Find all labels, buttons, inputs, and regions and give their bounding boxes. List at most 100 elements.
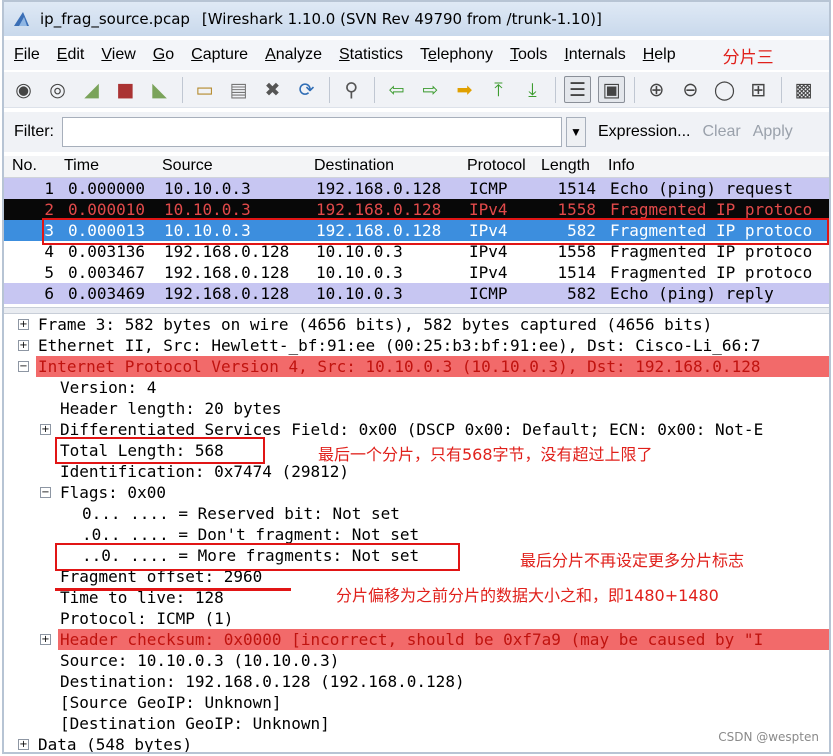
expression-button[interactable]: Expression... xyxy=(598,123,690,141)
detail-tree-item[interactable]: − Flags: 0x00 xyxy=(4,482,829,503)
restart-capture-icon[interactable]: ◣ xyxy=(146,76,173,103)
total-length-highlight-box xyxy=(55,437,265,464)
annotation-fragment-offset: 分片偏移为之前分片的数据大小之和，即1480+1480 xyxy=(336,586,719,605)
toolbar-separator xyxy=(374,76,375,103)
detail-text: Header length: 20 bytes xyxy=(60,399,282,418)
close-file-icon[interactable]: ✖ xyxy=(259,76,286,103)
detail-text: Flags: 0x00 xyxy=(60,483,166,502)
menu-tools[interactable]: Tools xyxy=(510,46,547,64)
detail-text: Identification: 0x7474 (29812) xyxy=(60,462,349,481)
toolbar-separator xyxy=(555,76,556,103)
detail-tree-item[interactable]: + Data (548 bytes) xyxy=(4,734,829,752)
go-to-packet-icon[interactable]: ➡ xyxy=(451,76,478,103)
toolbar-separator xyxy=(329,76,330,103)
column-header-no[interactable]: No. xyxy=(12,157,37,175)
filter-toolbar: Filter: ▼ Expression... Clear Apply xyxy=(4,112,829,152)
menu-analyze[interactable]: Analyze xyxy=(265,46,322,64)
collapse-icon[interactable]: − xyxy=(40,487,51,498)
go-first-icon[interactable]: ⤒ xyxy=(485,76,512,103)
packet-cell-length: 1514 xyxy=(557,179,596,198)
menu-bar: File Edit View Go Capture Analyze Statistics Te… xyxy=(4,40,829,70)
packet-cell-protocol: ICMP xyxy=(469,284,508,303)
go-last-icon[interactable]: ⤓ xyxy=(519,76,546,103)
column-header-source[interactable]: Source xyxy=(162,157,213,175)
expand-icon[interactable]: + xyxy=(40,634,51,645)
colorize-icon[interactable]: ☰ xyxy=(564,76,591,103)
filter-history-dropdown[interactable]: ▼ xyxy=(566,117,586,147)
column-header-destination[interactable]: Destination xyxy=(314,157,394,175)
zoom-in-icon[interactable]: ⊕ xyxy=(643,76,670,103)
packet-row[interactable]: 6 0.003469 192.168.0.128 10.10.0.3 ICMP 582 Ec… xyxy=(4,283,829,304)
packet-cell-length: 1558 xyxy=(557,200,596,219)
expand-icon[interactable]: + xyxy=(40,424,51,435)
expand-icon[interactable]: + xyxy=(18,739,29,750)
detail-text: [Source GeoIP: Unknown] xyxy=(60,693,282,712)
wireshark-window: ip_frag_source.pcap [Wireshark 1.10.0 (S… xyxy=(2,0,831,754)
packet-cell-info: Echo (ping) reply xyxy=(610,284,774,303)
detail-tree-item[interactable]: − Internet Protocol Version 4, Src: 10.10… xyxy=(4,356,829,377)
menu-help[interactable]: Help xyxy=(643,46,676,64)
detail-tree-item[interactable]: Destination: 192.168.0.128 (192.168.0.12… xyxy=(4,671,829,692)
column-header-time[interactable]: Time xyxy=(64,157,99,175)
stop-capture-icon[interactable]: ■ xyxy=(112,76,139,103)
column-header-length[interactable]: Length xyxy=(541,157,590,175)
menu-edit[interactable]: Edit xyxy=(57,46,85,64)
interface-list-icon[interactable]: ◉ xyxy=(10,76,37,103)
packet-cell-time: 0.003469 xyxy=(68,284,146,303)
detail-tree-item[interactable]: Header length: 20 bytes xyxy=(4,398,829,419)
open-file-icon[interactable]: ▭ xyxy=(191,76,218,103)
normal-size-icon[interactable]: ◯ xyxy=(711,76,738,103)
collapse-icon[interactable]: − xyxy=(18,361,29,372)
go-forward-icon[interactable]: ⇨ xyxy=(417,76,444,103)
column-header-info[interactable]: Info xyxy=(608,157,635,175)
expand-icon[interactable]: + xyxy=(18,319,29,330)
detail-tree-item[interactable]: + Header checksum: 0x0000 [incorrect, sho… xyxy=(4,629,829,650)
reload-icon[interactable]: ⟳ xyxy=(293,76,320,103)
detail-tree-item[interactable]: Protocol: ICMP (1) xyxy=(4,608,829,629)
detail-tree-item[interactable]: [Destination GeoIP: Unknown] xyxy=(4,713,829,734)
apply-filter-button[interactable]: Apply xyxy=(753,123,793,141)
display-filter-input[interactable] xyxy=(62,117,562,147)
window-app-title: [Wireshark 1.10.0 (SVN Rev 49790 from /t… xyxy=(201,10,602,28)
title-bar: ip_frag_source.pcap [Wireshark 1.10.0 (S… xyxy=(4,2,829,36)
menu-go[interactable]: Go xyxy=(153,46,174,64)
detail-tree-item[interactable]: Source: 10.10.0.3 (10.10.0.3) xyxy=(4,650,829,671)
go-back-icon[interactable]: ⇦ xyxy=(383,76,410,103)
menu-file[interactable]: File xyxy=(14,46,40,64)
detail-tree-item[interactable]: + Frame 3: 582 bytes on wire (4656 bits),… xyxy=(4,314,829,335)
capture-options-icon[interactable]: ◎ xyxy=(44,76,71,103)
detail-tree-item[interactable]: Version: 4 xyxy=(4,377,829,398)
expand-icon[interactable]: + xyxy=(18,340,29,351)
auto-scroll-icon[interactable]: ▣ xyxy=(598,76,625,103)
pane-splitter[interactable] xyxy=(4,307,829,314)
menu-internals[interactable]: Internals xyxy=(564,46,625,64)
packet-cell-time: 0.003467 xyxy=(68,263,146,282)
detail-tree-item[interactable]: 0... .... = Reserved bit: Not set xyxy=(4,503,829,524)
menu-view[interactable]: View xyxy=(101,46,135,64)
detail-tree-item[interactable]: [Source GeoIP: Unknown] xyxy=(4,692,829,713)
annotation-total-length: 最后一个分片，只有568字节，没有超过上限了 xyxy=(318,445,653,464)
save-file-icon[interactable]: ▤ xyxy=(225,76,252,103)
zoom-out-icon[interactable]: ⊖ xyxy=(677,76,704,103)
toolbar-separator xyxy=(182,76,183,103)
packet-cell-protocol: IPv4 xyxy=(469,200,508,219)
resize-columns-icon[interactable]: ⊞ xyxy=(745,76,772,103)
packet-row[interactable]: 2 0.000010 10.10.0.3 192.168.0.128 IPv4 1558 F… xyxy=(4,199,829,220)
watermark: CSDN @wespten xyxy=(718,730,819,744)
packet-cell-time: 0.000010 xyxy=(68,200,146,219)
capture-filters-icon[interactable]: ▩ xyxy=(790,76,817,103)
start-capture-icon[interactable]: ◢ xyxy=(78,76,105,103)
packet-cell-no: 2 xyxy=(44,200,54,219)
menu-capture[interactable]: Capture xyxy=(191,46,248,64)
packet-row[interactable]: 5 0.003467 192.168.0.128 10.10.0.3 IPv4 1514 F… xyxy=(4,262,829,283)
clear-filter-button[interactable]: Clear xyxy=(702,123,740,141)
menu-statistics[interactable]: Statistics xyxy=(339,46,403,64)
find-packet-icon[interactable]: ⚲ xyxy=(338,76,365,103)
packet-row[interactable]: 1 0.000000 10.10.0.3 192.168.0.128 ICMP 1514 E… xyxy=(4,178,829,199)
detail-tree-item[interactable]: + Ethernet II, Src: Hewlett-_bf:91:ee (00… xyxy=(4,335,829,356)
menu-telephony[interactable]: Telephony xyxy=(420,46,493,64)
packet-cell-no: 1 xyxy=(44,179,54,198)
detail-tree-item[interactable]: .0.. .... = Don't fragment: Not set xyxy=(4,524,829,545)
detail-text: Version: 4 xyxy=(60,378,157,397)
column-header-protocol[interactable]: Protocol xyxy=(467,157,526,175)
